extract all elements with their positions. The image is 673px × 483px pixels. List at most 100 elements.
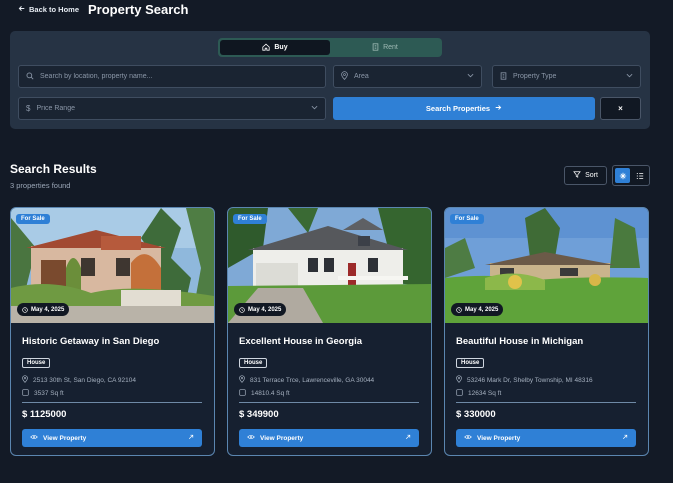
property-photo[interactable]: For Sale May 4, 2025 bbox=[228, 208, 431, 323]
page-title: Property Search bbox=[88, 2, 189, 17]
buy-rent-toggle: Buy Rent bbox=[218, 38, 442, 57]
search-properties-button[interactable]: Search Properties bbox=[333, 97, 595, 120]
area-select[interactable]: Area bbox=[333, 65, 482, 88]
tab-rent-label: Rent bbox=[383, 44, 398, 51]
property-address: 2513 30th St, San Diego, CA 92104 bbox=[22, 375, 207, 385]
search-input[interactable]: Search by location, property name... bbox=[18, 65, 326, 88]
sqft-text: 14810.4 Sq ft bbox=[251, 390, 290, 397]
address-text: 53246 Mark Dr, Shelby Township, MI 48316 bbox=[467, 376, 593, 384]
filter-icon bbox=[573, 171, 581, 180]
sqft-text: 12634 Sq ft bbox=[468, 390, 502, 397]
property-address: 831 Terrace Trce, Lawrenceville, GA 3004… bbox=[239, 375, 424, 385]
clear-filters-button[interactable]: × bbox=[600, 97, 641, 120]
status-badge: For Sale bbox=[450, 214, 484, 224]
property-price: $ 1125000 bbox=[22, 409, 67, 420]
property-title: Excellent House in Georgia bbox=[239, 336, 363, 347]
property-type-badge: House bbox=[456, 358, 485, 368]
listing-date: May 4, 2025 bbox=[465, 306, 499, 313]
property-price: $ 330000 bbox=[456, 409, 496, 420]
map-pin-icon bbox=[341, 71, 348, 82]
eye-icon bbox=[247, 434, 255, 442]
card-divider bbox=[456, 402, 636, 403]
listing-date: May 4, 2025 bbox=[248, 306, 282, 313]
property-title: Beautiful House in Michigan bbox=[456, 336, 584, 347]
view-property-label: View Property bbox=[260, 434, 304, 442]
search-icon bbox=[26, 72, 34, 82]
view-property-button[interactable]: View Property bbox=[22, 429, 202, 447]
list-view-button[interactable] bbox=[632, 168, 647, 183]
property-title: Historic Getaway in San Diego bbox=[22, 336, 160, 347]
area-select-placeholder: Area bbox=[354, 73, 369, 80]
back-link-label: Back to Home bbox=[29, 5, 80, 14]
property-card: For Sale May 4, 2025 Excellent House in … bbox=[227, 207, 432, 456]
chevron-down-icon bbox=[311, 105, 318, 112]
status-badge: For Sale bbox=[233, 214, 267, 224]
chevron-down-icon bbox=[467, 73, 474, 80]
clock-icon bbox=[22, 306, 28, 313]
grid-icon bbox=[619, 167, 627, 185]
card-divider bbox=[22, 402, 202, 403]
tab-buy-label: Buy bbox=[274, 44, 288, 51]
property-address: 53246 Mark Dr, Shelby Township, MI 48316 bbox=[456, 375, 641, 385]
property-type-badge: House bbox=[239, 358, 268, 368]
external-link-icon bbox=[622, 434, 628, 442]
back-to-home-link[interactable]: Back to Home bbox=[18, 5, 79, 14]
tab-buy[interactable]: Buy bbox=[220, 40, 330, 55]
search-input-placeholder: Search by location, property name... bbox=[40, 73, 153, 80]
sort-button[interactable]: Sort bbox=[564, 166, 607, 185]
address-text: 2513 30th St, San Diego, CA 92104 bbox=[33, 376, 136, 384]
address-text: 831 Terrace Trce, Lawrenceville, GA 3004… bbox=[250, 376, 375, 384]
top-bar: Back to Home Property Search bbox=[0, 0, 673, 24]
date-badge: May 4, 2025 bbox=[234, 303, 287, 316]
building-icon bbox=[500, 71, 507, 82]
clock-icon bbox=[456, 306, 462, 313]
view-property-label: View Property bbox=[477, 434, 521, 442]
external-link-icon bbox=[405, 434, 411, 442]
view-mode-toggle bbox=[612, 165, 650, 186]
home-icon bbox=[262, 43, 270, 53]
close-icon: × bbox=[618, 104, 623, 113]
clock-icon bbox=[239, 306, 245, 313]
sort-button-label: Sort bbox=[585, 172, 598, 179]
listing-date: May 4, 2025 bbox=[31, 306, 65, 313]
status-badge: For Sale bbox=[16, 214, 50, 224]
area-icon bbox=[239, 389, 246, 398]
property-photo[interactable]: For Sale May 4, 2025 bbox=[445, 208, 648, 323]
results-title: Search Results bbox=[10, 162, 97, 176]
property-size: 3537 Sq ft bbox=[22, 389, 207, 398]
map-pin-icon bbox=[456, 375, 462, 385]
list-icon bbox=[636, 167, 644, 185]
price-range-placeholder: Price Range bbox=[36, 105, 75, 112]
date-badge: May 4, 2025 bbox=[17, 303, 70, 316]
map-pin-icon bbox=[22, 375, 28, 385]
view-property-button[interactable]: View Property bbox=[239, 429, 419, 447]
tab-rent[interactable]: Rent bbox=[330, 40, 440, 55]
arrow-left-icon bbox=[18, 5, 25, 14]
map-pin-icon bbox=[239, 375, 245, 385]
dollar-icon: $ bbox=[26, 104, 31, 113]
results-count: 3 properties found bbox=[10, 181, 71, 190]
property-card: For Sale May 4, 2025 Beautiful House in … bbox=[444, 207, 649, 456]
eye-icon bbox=[464, 434, 472, 442]
eye-icon bbox=[30, 434, 38, 442]
view-property-button[interactable]: View Property bbox=[456, 429, 636, 447]
property-type-select[interactable]: Property Type bbox=[492, 65, 641, 88]
area-icon bbox=[22, 389, 29, 398]
property-size: 14810.4 Sq ft bbox=[239, 389, 424, 398]
property-type-badge: House bbox=[22, 358, 51, 368]
sqft-text: 3537 Sq ft bbox=[34, 390, 64, 397]
date-badge: May 4, 2025 bbox=[451, 303, 504, 316]
search-panel: Buy Rent Search by location, property na… bbox=[10, 31, 650, 129]
property-photo[interactable]: For Sale May 4, 2025 bbox=[11, 208, 214, 323]
view-property-label: View Property bbox=[43, 434, 87, 442]
building-icon bbox=[372, 42, 379, 53]
card-divider bbox=[239, 402, 419, 403]
external-link-icon bbox=[188, 434, 194, 442]
grid-view-button[interactable] bbox=[615, 168, 630, 183]
chevron-down-icon bbox=[626, 73, 633, 80]
property-price: $ 349900 bbox=[239, 409, 279, 420]
property-size: 12634 Sq ft bbox=[456, 389, 641, 398]
price-range-select[interactable]: $ Price Range bbox=[18, 97, 326, 120]
property-card: For Sale May 4, 2025 Historic Getaway in… bbox=[10, 207, 215, 456]
property-type-placeholder: Property Type bbox=[513, 73, 557, 80]
